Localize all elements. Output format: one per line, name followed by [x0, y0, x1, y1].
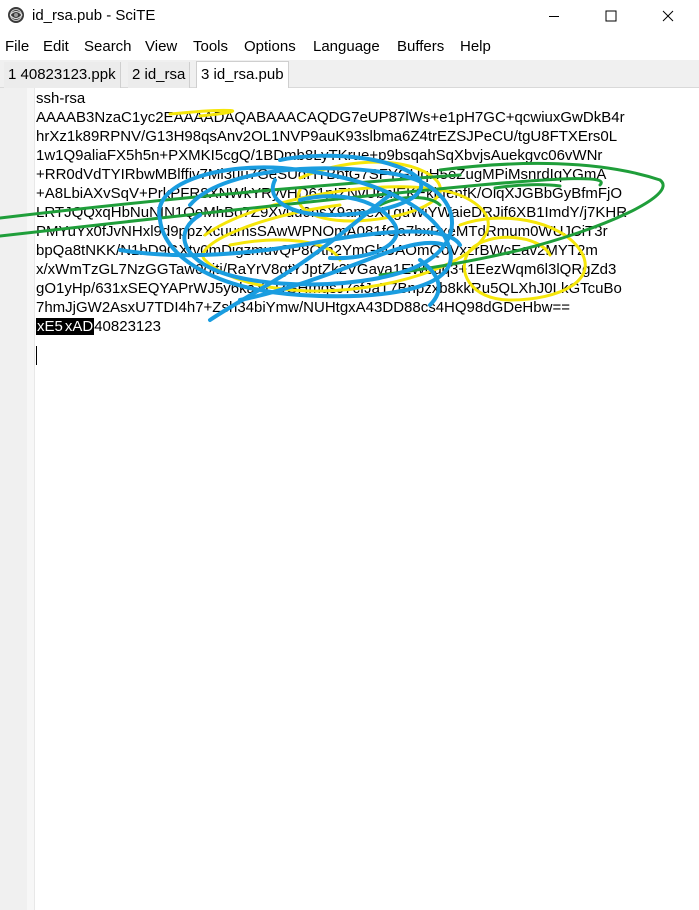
editor-line: PMYuYx0fJvNHxl9d9ppzXcuumsSAwWPNOmA081fO…: [36, 223, 608, 240]
editor-line: AAAAB3NzaC1yc2EAAAADAQABAAACAQDG7eUP87lW…: [36, 109, 625, 126]
tab-id-rsa-pub[interactable]: 3 id_rsa.pub: [196, 61, 289, 89]
menu-file[interactable]: File: [5, 38, 29, 55]
editor-line: 7hmJjGW2AsxU7TDI4h7+Zsh34biYmw/NUHtgxA43…: [36, 299, 570, 316]
title-bar: id_rsa.pub - SciTE: [0, 0, 699, 32]
close-button[interactable]: [645, 0, 691, 32]
menu-edit[interactable]: Edit: [43, 38, 69, 55]
minimize-button[interactable]: [531, 0, 577, 32]
tab-id-rsa[interactable]: 2 id_rsa: [128, 62, 191, 88]
editor-line: LRTJQQxqHbNuNIN1QeMhBo7Z9Xvuu0nsX9ameXTg…: [36, 204, 628, 221]
editor-line: hrXz1k89RPNV/G13H98qsAnv2OL1NVP9auK93slb…: [36, 128, 618, 145]
menu-view[interactable]: View: [145, 38, 177, 55]
control-char-token: xE5: [36, 318, 64, 335]
editor-line: 1w1Q9aliaFX5h5n+PXMKI5cgQ/1BDmb8LyTKrue+…: [36, 147, 603, 164]
app-icon[interactable]: [7, 6, 25, 24]
editor-line: bpQa8tNKK/N1bD9GXtv0mDigzmuvQP8Otn2YmGhU…: [36, 242, 598, 259]
editor-pane[interactable]: ssh-rsa AAAAB3NzaC1yc2EAAAADAQABAAACAQDG…: [0, 88, 699, 910]
text-caret: [36, 346, 37, 365]
editor-line: +A8LbiAXvSqV+PrkPFR8XNWkYRyvHD61pIZNvUbn…: [36, 185, 623, 202]
editor-line: ssh-rsa: [36, 90, 86, 107]
menu-buffers[interactable]: Buffers: [397, 38, 444, 55]
maximize-button[interactable]: [588, 0, 634, 32]
menu-language[interactable]: Language: [313, 38, 380, 55]
trailing-text: 40823123: [94, 318, 161, 335]
close-icon: [662, 10, 674, 22]
menu-search[interactable]: Search: [84, 38, 132, 55]
editor-text[interactable]: ssh-rsa AAAAB3NzaC1yc2EAAAADAQABAAACAQDG…: [36, 89, 699, 336]
menu-options[interactable]: Options: [244, 38, 296, 55]
editor-line-last: xE5 xAD40823123: [36, 317, 699, 336]
buffer-tab-bar: 1 40823123.ppk 2 id_rsa 3 id_rsa.pub: [0, 60, 699, 89]
menu-help[interactable]: Help: [460, 38, 491, 55]
window-title: id_rsa.pub - SciTE: [32, 7, 156, 24]
menu-bar: File Edit Search View Tools Options Lang…: [0, 33, 699, 59]
minimize-icon: [549, 16, 559, 17]
tab-40823123-ppk[interactable]: 1 40823123.ppk: [4, 62, 121, 88]
editor-line: +RR0dVdTYIRbwMBlffjv7Ml3uu7GeSUdHTBbfG7S…: [36, 166, 607, 183]
line-number-margin[interactable]: [0, 88, 27, 910]
maximize-icon: [605, 10, 617, 22]
editor-line: x/xWmTzGL7NzGGTaw0ojti/RaYrV8gtYJptZk2VG…: [36, 261, 617, 278]
editor-line: gO1yHp/631xSEQYAPrWJ5y6kaXERGHmqsJ7cfJaT…: [36, 280, 622, 297]
control-char-token: xAD: [63, 318, 95, 335]
menu-tools[interactable]: Tools: [193, 38, 228, 55]
fold-margin[interactable]: [27, 88, 35, 910]
